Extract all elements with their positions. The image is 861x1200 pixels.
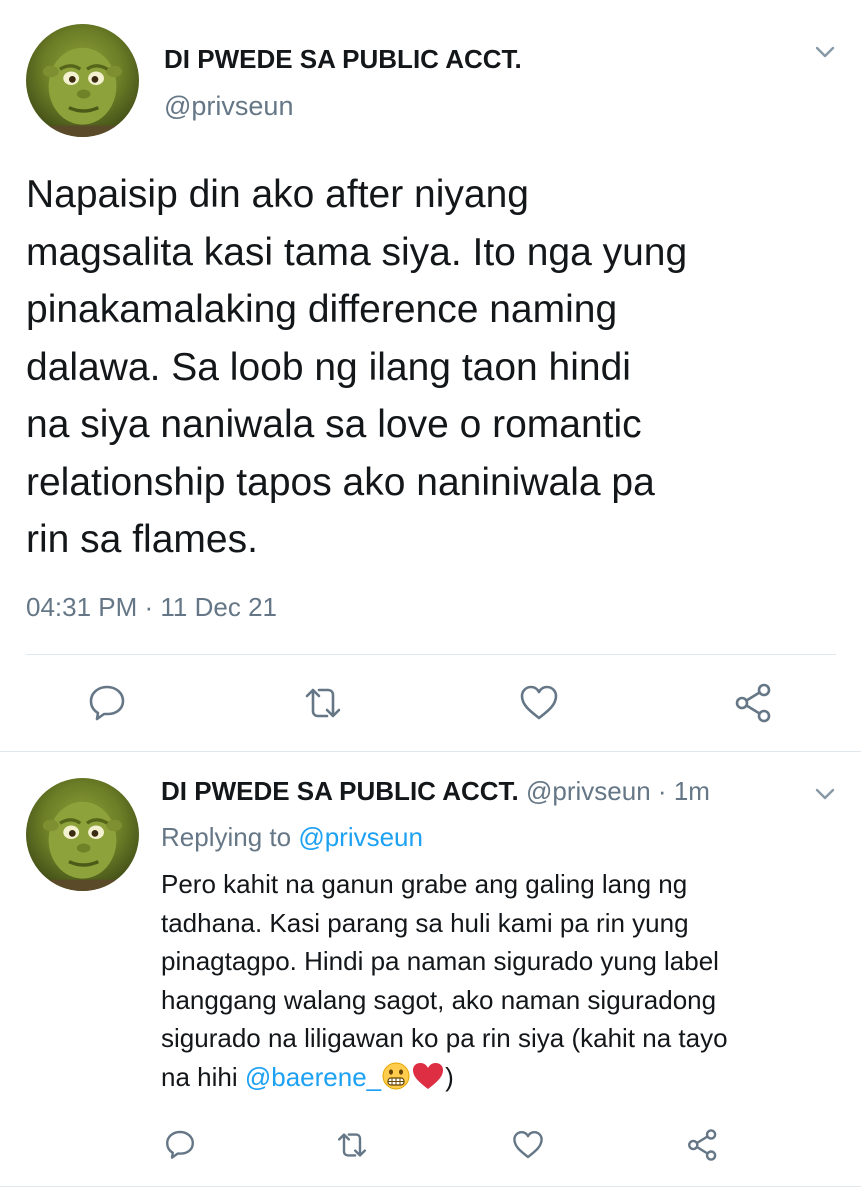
shrek-avatar-icon	[42, 801, 123, 891]
tweet-timestamp[interactable]: 04:31 PM · 11 Dec 21	[26, 592, 277, 623]
section-divider	[0, 751, 861, 752]
divider	[26, 654, 836, 655]
reply-text-prefix: na hihi	[161, 1061, 238, 1092]
red-heart-emoji	[411, 1061, 445, 1102]
reply-text-line: Pero kahit na ganun grabe ang galing lan…	[161, 869, 688, 899]
reply-author-avatar[interactable]	[26, 778, 139, 891]
tweet-text-line: magsalita kasi tama siya. Ito nga yung	[26, 230, 688, 274]
reply-text-suffix: )	[445, 1061, 454, 1092]
tweet-text-line: rin sa flames.	[26, 518, 258, 561]
tweet-text-line: na siya naniwala sa love o romantic	[26, 403, 642, 446]
reply-author-name[interactable]: DI PWEDE SA PUBLIC ACCT.	[161, 776, 519, 806]
reply-time[interactable]: 1m	[674, 776, 710, 806]
bottom-divider	[0, 1186, 861, 1187]
author-name[interactable]: DI PWEDE SA PUBLIC ACCT.	[164, 44, 522, 75]
reply-text-line: tadhana. Kasi parang sa huli kami pa rin…	[161, 907, 689, 938]
reply-text-line: sigurado na liligawan ko pa rin siya (ka…	[161, 1023, 728, 1053]
reply-text-line: pinagtagpo. Hindi pa naman sigurado yung…	[161, 946, 719, 976]
mention-link[interactable]: @baerene_	[245, 1062, 381, 1092]
chevron-down-icon[interactable]	[814, 786, 836, 807]
reply-icon[interactable]	[87, 682, 127, 722]
retweet-icon[interactable]	[301, 683, 345, 723]
author-avatar[interactable]	[26, 24, 139, 137]
author-handle[interactable]: @privseun	[164, 91, 293, 122]
tweet-text-line: relationship tapos ako naniniwala pa	[26, 460, 655, 504]
reply-text: Pero kahit na ganun grabe ang galing lan…	[161, 865, 851, 1101]
like-icon[interactable]	[518, 683, 560, 723]
retweet-icon[interactable]	[334, 1129, 370, 1161]
replying-to: Replying to @privseun	[161, 822, 423, 853]
grimacing-face-emoji	[381, 1061, 411, 1102]
tweet-text-line: pinakamalaking difference naming	[26, 288, 618, 331]
like-icon[interactable]	[511, 1129, 545, 1161]
tweet-text-line: dalawa. Sa loob ng ilang taon hindi	[26, 345, 631, 389]
reply-text-line: hanggang walang sagot, ako naman sigurad…	[161, 984, 717, 1015]
tweet-text-line: Napaisip din ako after niyang	[26, 173, 529, 216]
shrek-avatar-icon	[42, 47, 123, 137]
share-icon[interactable]	[686, 1128, 720, 1162]
replying-to-handle[interactable]: @privseun	[298, 822, 423, 852]
reply-icon[interactable]	[164, 1128, 196, 1160]
share-icon[interactable]	[733, 682, 775, 724]
reply-header: DI PWEDE SA PUBLIC ACCT. @privseun · 1m	[161, 776, 710, 807]
reply-author-handle[interactable]: @privseun	[526, 776, 651, 806]
reply-text-line-last: na hihi @baerene_)	[161, 1058, 851, 1102]
replying-to-label: Replying to	[161, 822, 292, 852]
chevron-down-icon[interactable]	[814, 44, 836, 65]
tweet-text: Napaisip din ako after niyang magsalita …	[26, 166, 846, 569]
reply-separator: ·	[657, 776, 667, 806]
